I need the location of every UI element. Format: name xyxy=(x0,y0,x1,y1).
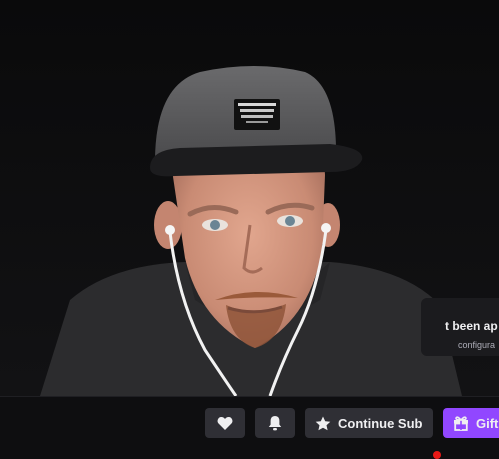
gift-icon xyxy=(453,415,469,431)
live-indicator-dot xyxy=(433,451,441,459)
gift-label: Gift xyxy=(476,415,499,431)
notification-title: t been ap xyxy=(445,319,498,333)
gift-sub-button[interactable]: Gift xyxy=(443,408,499,438)
notification-subtitle: configura xyxy=(458,340,496,350)
star-icon xyxy=(315,416,331,431)
bell-icon xyxy=(268,415,282,431)
video-player[interactable]: t been ap configura xyxy=(0,0,499,396)
continue-sub-label: Continue Sub xyxy=(338,415,423,431)
heart-icon xyxy=(217,416,233,431)
follow-button[interactable] xyxy=(205,408,245,438)
notification-toast[interactable]: t been ap configura xyxy=(421,298,499,356)
continue-sub-button[interactable]: Continue Sub xyxy=(305,408,433,438)
channel-action-bar: Continue Sub Gift xyxy=(0,396,499,455)
notifications-button[interactable] xyxy=(255,408,295,438)
